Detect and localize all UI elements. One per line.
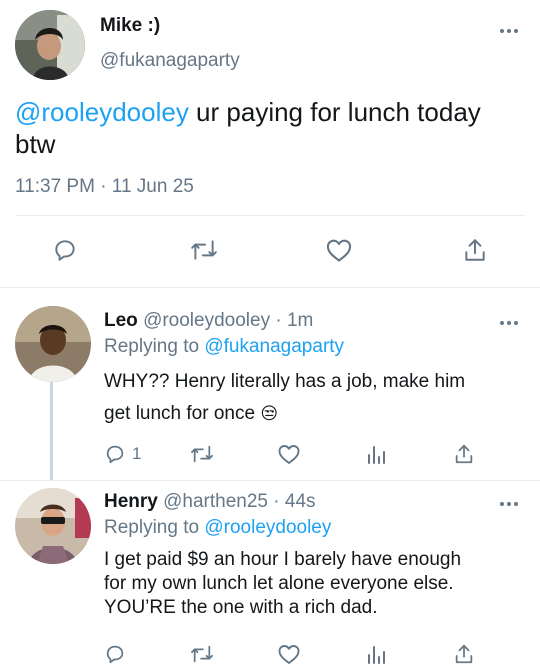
reply-display-name[interactable]: Leo [104,310,138,331]
reply-text: WHY?? Henry literally has a job, make hi… [104,366,524,430]
reply-text: I get paid $9 an hour I barely have enou… [104,548,529,620]
more-options-icon[interactable] [498,26,520,36]
reply-display-name[interactable]: Henry [104,491,158,512]
divider [15,215,525,216]
retweet-icon [191,645,213,663]
reply-time[interactable]: · 1m [275,310,313,331]
unamused-face-emoji: 😒 [260,404,279,423]
share-button[interactable] [453,443,475,465]
main-tweet-text: @rooleydooley ur paying for lunch today … [15,96,530,160]
reply-text-line2: for my own lunch let alone everyone else… [104,573,454,594]
like-icon [326,239,352,262]
divider [0,287,540,288]
reply-text-line1: I get paid $9 an hour I barely have enou… [104,549,462,570]
avatar-mike-image [15,10,85,80]
reply-text-line3: YOU’RE the one with a rich dad. [104,597,378,618]
reply-button[interactable] [52,237,78,263]
reply-button[interactable] [104,643,126,665]
replying-to-prefix: Replying to [104,517,205,538]
avatar-henry[interactable] [15,488,91,564]
reply-handle[interactable]: @rooleydooley [143,310,270,331]
analytics-icon [368,646,385,664]
retweet-icon [191,240,217,260]
reply-button[interactable]: 1 [104,443,141,465]
analytics-icon [368,446,385,464]
replying-to: Replying to @fukanagaparty [104,336,344,358]
reply-icon [106,445,124,464]
avatar-mike[interactable] [15,10,85,80]
main-tweet-text-line1: ur paying for lunch today [188,97,481,127]
retweet-icon [191,445,213,463]
share-icon [455,444,473,464]
replying-to: Replying to @rooleydooley [104,517,331,539]
like-button[interactable] [325,237,353,263]
share-icon [455,644,473,664]
retweet-button[interactable] [190,643,214,665]
like-icon [278,645,300,664]
reply-icon [55,240,75,261]
replying-to-link[interactable]: @fukanagaparty [204,336,344,357]
reply-header: Henry @harthen25 · 44s [104,491,316,513]
share-button[interactable] [462,237,488,263]
like-button[interactable] [277,443,301,465]
avatar-henry-image [15,488,91,564]
reply-text-line1: WHY?? Henry literally has a job, make hi… [104,371,466,392]
main-tweet-text-line2: btw [15,129,56,159]
share-icon [465,239,485,261]
retweet-button[interactable] [190,443,214,465]
mention-link[interactable]: @rooleydooley [15,97,189,127]
reply-icon [106,645,124,664]
avatar-leo[interactable] [15,306,91,382]
reply-text-line2: get lunch for once [104,403,256,424]
main-tweet-timestamp[interactable]: 11:37 PM · 11 Jun 25 [15,176,194,198]
like-button[interactable] [277,643,301,665]
like-icon [278,445,300,464]
thread-line [50,380,53,480]
retweet-button[interactable] [190,237,218,263]
analytics-button[interactable] [366,443,386,465]
analytics-button[interactable] [366,643,386,665]
reply-time[interactable]: · 44s [273,491,315,512]
main-tweet-display-name[interactable]: Mike :) [100,15,160,37]
reply-count: 1 [132,444,142,463]
reply-handle[interactable]: @harthen25 [163,491,268,512]
divider [0,480,540,481]
share-button[interactable] [453,643,475,665]
replying-to-prefix: Replying to [104,336,205,357]
avatar-leo-image [15,306,91,382]
more-options-icon[interactable] [498,499,520,509]
reply-header: Leo @rooleydooley · 1m [104,310,313,332]
more-options-icon[interactable] [498,318,520,328]
replying-to-link[interactable]: @rooleydooley [204,517,331,538]
main-tweet-handle[interactable]: @fukanagaparty [100,50,240,72]
